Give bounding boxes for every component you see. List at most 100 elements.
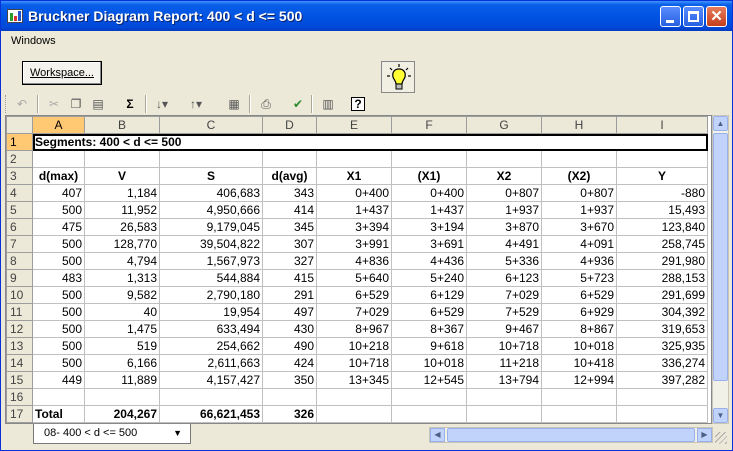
horizontal-scrollbar[interactable]: ◀ ▶ <box>429 427 713 443</box>
grid-cell[interactable]: 3+870 <box>466 218 542 236</box>
grid-cell[interactable]: 483 <box>32 269 85 287</box>
grid-cell[interactable]: 1+937 <box>466 201 542 219</box>
row-header[interactable]: 12 <box>6 320 33 338</box>
grid-cell[interactable]: 12+545 <box>391 371 467 389</box>
select-all-corner[interactable] <box>6 116 33 134</box>
grid-cell[interactable]: 5+723 <box>541 269 617 287</box>
grid-cell[interactable]: 8+967 <box>316 320 392 338</box>
grid-cell[interactable]: 66,621,453 <box>159 405 263 423</box>
grid-cell[interactable]: 204,267 <box>84 405 160 423</box>
grid-cell[interactable]: 519 <box>84 337 160 355</box>
grid-cell[interactable]: 1+437 <box>391 201 467 219</box>
grid-cell[interactable] <box>84 150 160 168</box>
help-icon[interactable]: ? <box>351 97 365 111</box>
grid-cell[interactable] <box>541 405 617 423</box>
row-header[interactable]: 17 <box>6 405 33 423</box>
grid-cell[interactable] <box>466 150 542 168</box>
row-header[interactable]: 1 <box>6 133 33 151</box>
close-button[interactable]: ✕ <box>706 6 727 27</box>
grid-cell[interactable]: 10+718 <box>316 354 392 372</box>
grid-cell[interactable]: 544,884 <box>159 269 263 287</box>
grid-cell[interactable]: 128,770 <box>84 235 160 253</box>
scroll-right-icon[interactable]: ▶ <box>697 428 712 442</box>
row-header[interactable]: 16 <box>6 388 33 406</box>
grid-cell[interactable] <box>541 388 617 406</box>
grid-cell[interactable] <box>159 388 263 406</box>
grid-cell[interactable]: 500 <box>32 201 85 219</box>
grid-cell[interactable]: 4+836 <box>316 252 392 270</box>
grid-cell[interactable]: 8+367 <box>391 320 467 338</box>
grid-cell[interactable]: 3+394 <box>316 218 392 236</box>
grid-cell[interactable] <box>391 405 467 423</box>
row-header[interactable]: 9 <box>6 269 33 287</box>
grid-cell[interactable]: 1,184 <box>84 184 160 202</box>
grid-cell[interactable]: 4+091 <box>541 235 617 253</box>
grid-cell[interactable]: 407 <box>32 184 85 202</box>
grid-cell[interactable]: 500 <box>32 303 85 321</box>
copy-icon[interactable]: ❐ <box>67 95 85 113</box>
workspace-button[interactable]: Workspace... <box>22 61 102 85</box>
grid-cell[interactable]: 0+400 <box>391 184 467 202</box>
grid-cell[interactable]: 10+718 <box>466 337 542 355</box>
column-header-g[interactable]: G <box>466 116 542 134</box>
grid-cell[interactable]: 4+436 <box>391 252 467 270</box>
grid-cell[interactable]: 397,282 <box>616 371 708 389</box>
grid-cell[interactable] <box>391 388 467 406</box>
grid-cell[interactable]: 7+529 <box>466 303 542 321</box>
spellcheck-icon[interactable]: ✔ <box>289 95 307 113</box>
grid-cell[interactable]: 10+018 <box>391 354 467 372</box>
grid-cell[interactable]: 326 <box>262 405 317 423</box>
grid-cell[interactable]: Total <box>32 405 85 423</box>
grid-cell[interactable]: S <box>159 167 263 185</box>
grid-cell[interactable]: 10+418 <box>541 354 617 372</box>
spreadsheet-grid[interactable]: ABCDEFGHI 1 Segments: 400 < d <= 500 2 3 d(m… <box>5 115 712 424</box>
column-header-e[interactable]: E <box>316 116 392 134</box>
grid-cell[interactable]: 123,840 <box>616 218 708 236</box>
column-header-a[interactable]: A <box>32 116 85 134</box>
tip-lightbulb-button[interactable] <box>381 61 415 93</box>
grid-cell[interactable]: 9,179,045 <box>159 218 263 236</box>
row-header[interactable]: 4 <box>6 184 33 202</box>
sort-ascending-icon[interactable]: ↓▾ <box>153 95 171 113</box>
grid-cell[interactable]: 345 <box>262 218 317 236</box>
grid-cell[interactable]: 258,745 <box>616 235 708 253</box>
title-bar[interactable]: Bruckner Diagram Report: 400 < d <= 500 … <box>1 1 732 31</box>
grid-cell[interactable]: Y <box>616 167 708 185</box>
grid-cell[interactable]: 3+670 <box>541 218 617 236</box>
grid-cell[interactable]: 0+400 <box>316 184 392 202</box>
grid-cell[interactable]: 291 <box>262 286 317 304</box>
grid-cell[interactable]: 4,157,427 <box>159 371 263 389</box>
grid-cell[interactable]: 6+929 <box>541 303 617 321</box>
grid-cell[interactable]: 3+691 <box>391 235 467 253</box>
grid-cell[interactable]: 5+240 <box>391 269 467 287</box>
row-header[interactable]: 8 <box>6 252 33 270</box>
grid-cell[interactable]: 319,653 <box>616 320 708 338</box>
scroll-left-icon[interactable]: ◀ <box>430 428 445 442</box>
row-header[interactable]: 2 <box>6 150 33 168</box>
grid-cell[interactable]: 475 <box>32 218 85 236</box>
grid-cell[interactable]: 497 <box>262 303 317 321</box>
grid-cell[interactable]: d(max) <box>32 167 85 185</box>
grid-cell[interactable]: 9+618 <box>391 337 467 355</box>
grid-cell[interactable] <box>616 405 708 423</box>
grid-cell[interactable]: 500 <box>32 286 85 304</box>
grid-cell[interactable]: (X1) <box>391 167 467 185</box>
grid-cell[interactable] <box>391 150 467 168</box>
grid-cell[interactable] <box>159 150 263 168</box>
grid-cell[interactable] <box>466 405 542 423</box>
grid-cell[interactable]: 307 <box>262 235 317 253</box>
grid-cell[interactable]: 500 <box>32 252 85 270</box>
grid-cell[interactable]: 15,493 <box>616 201 708 219</box>
maximize-button[interactable] <box>683 6 704 27</box>
row-header[interactable]: 6 <box>6 218 33 236</box>
grid-cell[interactable]: 490 <box>262 337 317 355</box>
grid-cell[interactable]: 415 <box>262 269 317 287</box>
grid-cell[interactable]: 325,935 <box>616 337 708 355</box>
grid-cell[interactable]: 6+123 <box>466 269 542 287</box>
column-header-i[interactable]: I <box>616 116 708 134</box>
scroll-up-icon[interactable]: ▲ <box>713 116 728 131</box>
grid-cell[interactable]: 13+794 <box>466 371 542 389</box>
grid-cell[interactable]: d(avg) <box>262 167 317 185</box>
grid-cell[interactable] <box>466 388 542 406</box>
grid-cell[interactable]: 350 <box>262 371 317 389</box>
